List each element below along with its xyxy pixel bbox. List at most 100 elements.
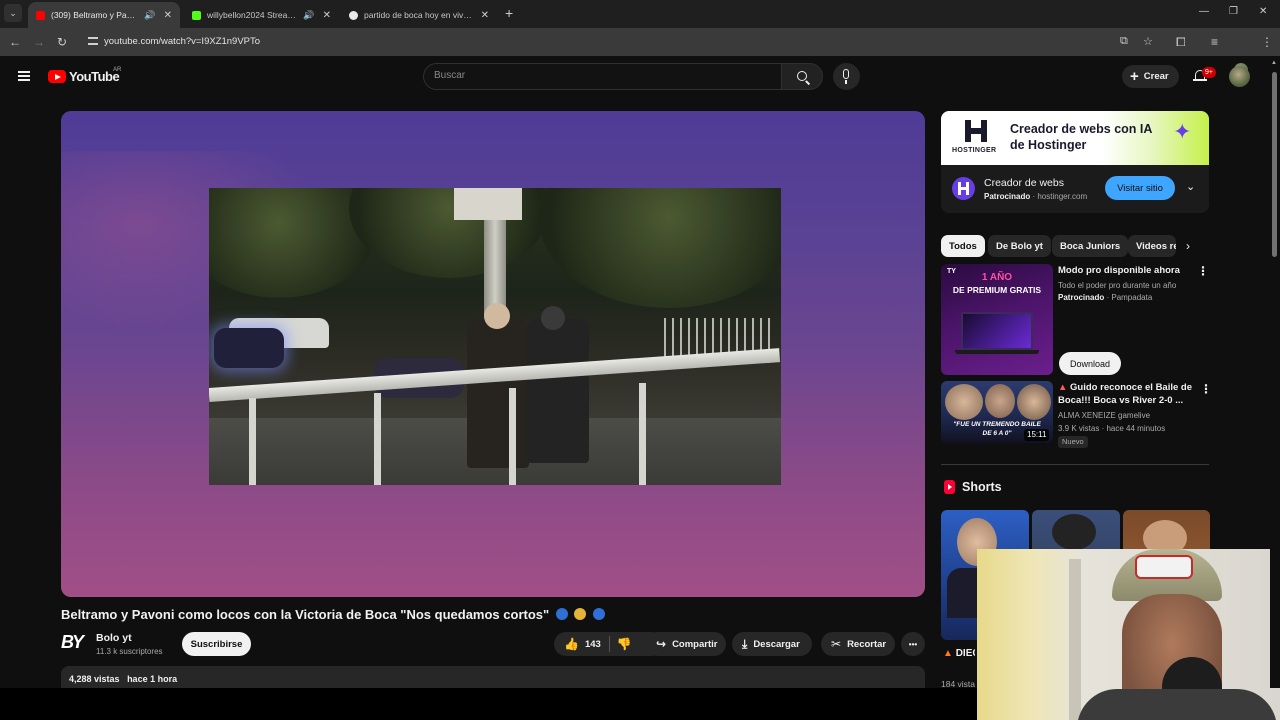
thumbs-up-icon[interactable]: 👍	[564, 637, 579, 651]
tab-search-button[interactable]: ⌄	[4, 4, 22, 22]
share-label: Compartir	[672, 638, 718, 650]
browser-tab-google[interactable]: partido de boca hoy en vivo - B ✕	[341, 2, 497, 28]
rec-stats: 3.9 K vistas · hace 44 minutos	[1058, 424, 1166, 433]
menu-icon[interactable]	[18, 71, 30, 81]
reload-icon[interactable]: ↻	[57, 35, 67, 49]
channel-avatar[interactable]: BY	[61, 632, 89, 654]
webcam-cap-patch	[1135, 555, 1193, 579]
thumbs-down-icon[interactable]: 👎	[617, 637, 632, 651]
back-icon[interactable]: ←	[9, 35, 21, 49]
bookmark-star-icon[interactable]: ☆	[1143, 35, 1153, 48]
short-views: 184 vista	[941, 679, 975, 689]
rec-age: hace 44 minutos	[1106, 424, 1166, 433]
duration-badge: 15:11	[1024, 429, 1050, 441]
extensions-icon[interactable]: ⧠	[1176, 35, 1186, 50]
yellow-circle-emoji	[574, 608, 587, 620]
speaker-icon[interactable]: 🔊	[144, 10, 155, 21]
clip-button[interactable]: ✂ Recortar	[821, 632, 895, 656]
tab-title: (309) Beltramo y Pavoni con	[51, 10, 138, 20]
browser-toolbar: ← → ↻ youtube.com/watch?v=I9XZ1n9VPTo ⧉ …	[0, 28, 1280, 77]
ad-banner[interactable]: HOSTINGER Creador de webs con IA de Host…	[941, 111, 1209, 165]
ad-sponsor-line: Patrocinado · hostinger.com	[984, 192, 1088, 201]
search-input[interactable]	[434, 70, 764, 81]
site-info-icon[interactable]	[88, 36, 98, 46]
more-vert-icon[interactable]: ⋮	[1197, 264, 1209, 278]
ad-title[interactable]: Creador de webs	[984, 177, 1064, 189]
hostinger-avatar-icon[interactable]	[952, 177, 975, 200]
share-button[interactable]: ↪ Compartir	[646, 632, 726, 656]
forward-icon[interactable]: →	[33, 35, 45, 49]
like-count[interactable]: 143	[585, 639, 601, 650]
media-control-icon[interactable]: ≡	[1211, 35, 1218, 49]
address-bar[interactable]: youtube.com/watch?v=I9XZ1n9VPTo ⧉ ☆	[80, 31, 1265, 53]
rec-views: 3.9 K vistas	[1058, 424, 1100, 433]
rec-thumbnail[interactable]: TY 1 AÑO DE PREMIUM GRATIS	[941, 264, 1053, 375]
rec-title[interactable]: ▲ Guido reconoce el Baile de Boca!!! Boc…	[1058, 381, 1193, 407]
download-ad-button[interactable]: Download	[1059, 352, 1121, 375]
blue-circle-emoji	[593, 608, 606, 620]
kick-favicon-icon	[192, 10, 201, 20]
close-tab-icon[interactable]: ✕	[164, 10, 172, 21]
more-actions-button[interactable]: •••	[901, 632, 925, 656]
more-vert-icon[interactable]: ⋮	[1200, 382, 1212, 396]
download-label: Descargar	[753, 638, 800, 650]
url-text[interactable]: youtube.com/watch?v=I9XZ1n9VPTo	[104, 36, 260, 47]
download-button[interactable]: ⤓ Descargar	[732, 632, 812, 656]
thumb-text: DE PREMIUM GRATIS	[952, 285, 1042, 295]
visit-site-button[interactable]: Visitar sitio	[1105, 176, 1175, 200]
subscribe-button[interactable]: Suscribirse	[182, 632, 251, 656]
ad-domain: hostinger.com	[1037, 192, 1088, 201]
rec-channel[interactable]: ALMA XENEIZE gamelive	[1058, 411, 1150, 420]
chip-boca-juniors[interactable]: Boca Juniors	[1052, 235, 1129, 257]
voice-search-button[interactable]	[833, 63, 860, 90]
browser-menu-icon[interactable]: ⋮	[1261, 35, 1273, 49]
sponsored-label: Patrocinado	[984, 192, 1031, 201]
youtube-play-icon	[48, 70, 66, 83]
alarm-light-emoji: ▲	[1058, 382, 1068, 393]
close-tab-icon[interactable]: ✕	[481, 10, 489, 21]
close-tab-icon[interactable]: ✕	[323, 10, 331, 21]
new-tab-button[interactable]: +	[505, 5, 513, 21]
thumb-text: 1 AÑO	[981, 272, 1013, 283]
webcam-overlay	[977, 549, 1280, 720]
browser-tab-youtube[interactable]: (309) Beltramo y Pavoni con 🔊 ✕	[28, 2, 180, 28]
close-window-icon[interactable]: ✕	[1259, 6, 1267, 17]
create-button[interactable]: + Crear	[1122, 65, 1179, 88]
tab-title: willybellon2024 Stream - W	[207, 10, 297, 20]
scroll-up-arrow-icon[interactable]: ▲	[1271, 60, 1277, 66]
chip-de-bolo-yt[interactable]: De Bolo yt	[988, 235, 1051, 257]
subscriber-count: 11.3 k suscriptores	[96, 647, 163, 656]
install-app-icon[interactable]: ⧉	[1120, 35, 1128, 48]
channel-name[interactable]: Bolo yt	[96, 632, 132, 644]
restore-icon[interactable]: ❐	[1229, 6, 1238, 17]
webcam-wall-pole	[1069, 559, 1081, 720]
browser-tabstrip: ⌄ (309) Beltramo y Pavoni con 🔊 ✕ willyb…	[0, 0, 1280, 28]
browser-tab-kick[interactable]: willybellon2024 Stream - W 🔊 ✕	[184, 2, 339, 28]
microphone-icon	[843, 69, 849, 84]
youtube-logo[interactable]: YouTube	[48, 69, 120, 84]
ad-headline: Creador de webs con IA de Hostinger	[1010, 122, 1152, 152]
video-player[interactable]	[61, 111, 925, 597]
chip-videos-relacionados[interactable]: Videos re	[1128, 235, 1176, 257]
account-avatar[interactable]	[1229, 66, 1250, 87]
plus-icon: +	[1130, 68, 1139, 85]
search-button[interactable]	[781, 63, 823, 90]
rec-title[interactable]: Modo pro disponible ahora	[1058, 264, 1193, 277]
speaker-icon[interactable]: 🔊	[303, 10, 314, 21]
chevron-right-icon[interactable]: ›	[1186, 239, 1190, 253]
blue-circle-emoji	[555, 608, 568, 620]
minimize-icon[interactable]: —	[1199, 6, 1209, 17]
video-title: Beltramo y Pavoni como locos con la Vict…	[61, 607, 606, 622]
section-divider	[941, 464, 1209, 465]
clip-label: Recortar	[847, 638, 887, 650]
search-box	[423, 63, 782, 90]
short-title[interactable]: ▲ DIEG DÍAZ: "F	[943, 647, 975, 661]
sponsored-ad-card[interactable]: HOSTINGER Creador de webs con IA de Host…	[941, 111, 1209, 213]
rec-description: Todo el poder pro durante un año	[1058, 281, 1177, 290]
hostinger-logo-icon	[965, 120, 987, 142]
shorts-icon	[944, 480, 955, 494]
chevron-down-icon[interactable]: ⌄	[1186, 180, 1195, 193]
scrollbar-thumb[interactable]	[1272, 72, 1277, 257]
more-icon: •••	[908, 639, 918, 649]
chip-todos[interactable]: Todos	[941, 235, 985, 257]
